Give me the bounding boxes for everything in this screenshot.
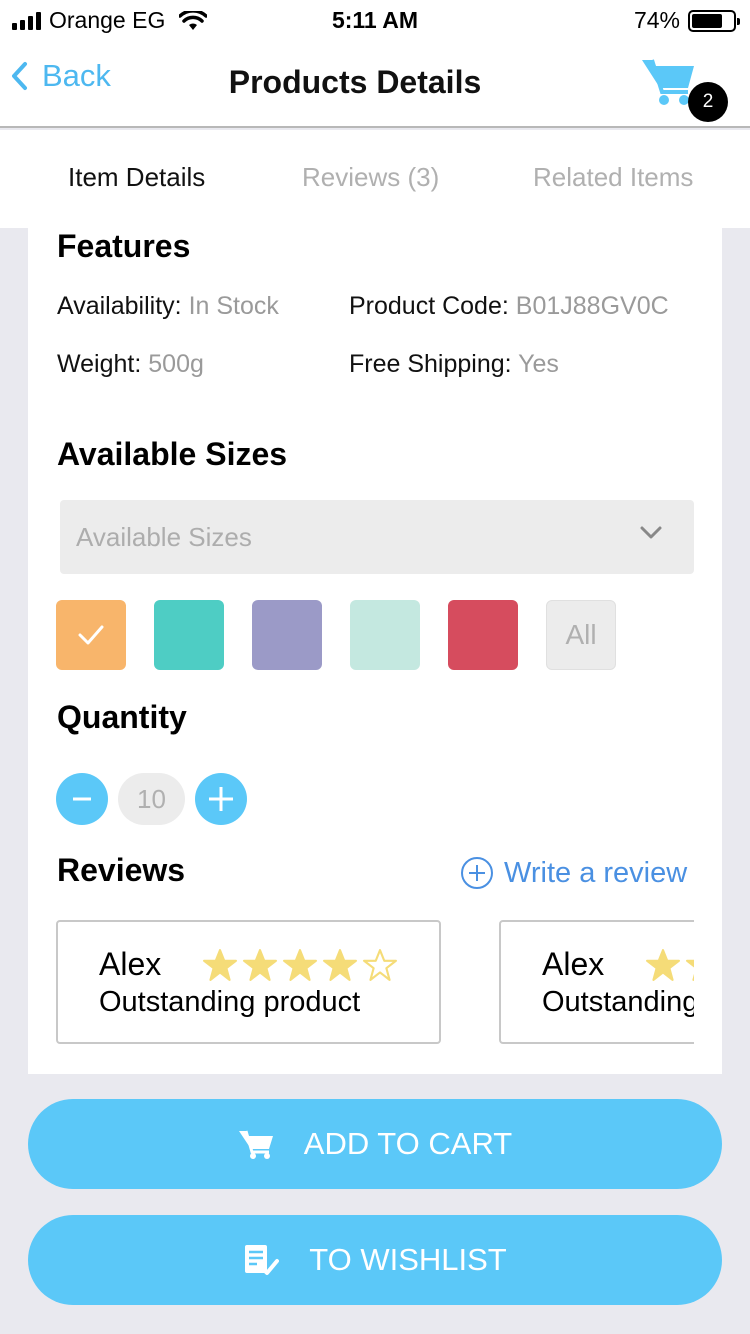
star-filled-icon bbox=[646, 949, 680, 981]
color-swatch-mint[interactable] bbox=[350, 600, 420, 670]
chevron-down-icon bbox=[640, 526, 662, 539]
color-swatch-teal[interactable] bbox=[154, 600, 224, 670]
review-text: Outstanding product bbox=[99, 986, 361, 1018]
quantity-value[interactable]: 10 bbox=[118, 773, 185, 825]
product-code-row: Product Code: B01J88GV0C bbox=[349, 292, 669, 321]
add-circle-icon bbox=[461, 857, 493, 889]
free-shipping-label: Free Shipping: bbox=[349, 350, 512, 378]
product-code-value: B01J88GV0C bbox=[515, 292, 669, 320]
size-select-placeholder: Available Sizes bbox=[76, 521, 252, 552]
review-card[interactable]: Alex Outstanding product bbox=[499, 920, 694, 1044]
available-sizes-title: Available Sizes bbox=[57, 436, 288, 472]
nav-bar: Back Products Details 2 bbox=[0, 40, 750, 128]
checklist-icon bbox=[245, 1245, 280, 1275]
star-filled-icon bbox=[283, 949, 317, 981]
to-wishlist-label: TO WISHLIST bbox=[309, 1242, 507, 1277]
availability-label: Availability: bbox=[57, 292, 182, 320]
free-shipping-value: Yes bbox=[518, 350, 559, 378]
star-filled-icon bbox=[203, 949, 237, 981]
add-to-cart-button[interactable]: ADD TO CART bbox=[28, 1099, 722, 1189]
cart-count-badge: 2 bbox=[688, 82, 728, 122]
free-shipping-row: Free Shipping: Yes bbox=[349, 350, 559, 379]
product-code-label: Product Code: bbox=[349, 292, 509, 320]
star-filled-icon bbox=[686, 959, 694, 981]
quantity-decrease-button[interactable] bbox=[56, 773, 108, 825]
star-filled-icon bbox=[243, 949, 277, 981]
quantity-title: Quantity bbox=[57, 699, 187, 735]
star-rating bbox=[645, 948, 694, 982]
color-swatch-lavender[interactable] bbox=[252, 600, 322, 670]
reviewer-name: Alex bbox=[542, 946, 605, 982]
features-title: Features bbox=[57, 228, 191, 264]
minus-icon bbox=[73, 797, 91, 801]
page-title: Products Details bbox=[228, 64, 482, 100]
star-filled-icon bbox=[323, 949, 357, 981]
weight-row: Weight: 500g bbox=[57, 350, 204, 379]
reviews-title: Reviews bbox=[57, 852, 186, 888]
battery-icon bbox=[688, 9, 740, 32]
tab-bar: Item Details Reviews (3) Related Items bbox=[0, 130, 750, 228]
to-wishlist-button[interactable]: TO WISHLIST bbox=[28, 1215, 722, 1305]
details-card: Features Availability: In Stock Product … bbox=[28, 228, 722, 1074]
battery-percent: 74% bbox=[633, 7, 680, 33]
size-select[interactable]: Available Sizes bbox=[60, 500, 694, 574]
review-text: Outstanding product bbox=[542, 986, 694, 1018]
review-carousel[interactable]: Alex Outstanding product Alex Outstandin… bbox=[56, 920, 694, 1046]
availability-value: In Stock bbox=[188, 292, 279, 320]
status-bar: Orange EG 5:11 AM 74% bbox=[0, 0, 750, 40]
weight-value: 500g bbox=[148, 350, 204, 378]
status-right: 74% bbox=[633, 7, 740, 34]
color-swatch-orange[interactable] bbox=[56, 600, 126, 670]
quantity-increase-button[interactable] bbox=[195, 773, 247, 825]
star-rating bbox=[202, 948, 398, 982]
tab-related-items[interactable]: Related Items bbox=[533, 162, 693, 193]
write-review-link[interactable]: Write a review bbox=[460, 856, 687, 890]
star-empty-icon bbox=[363, 949, 397, 981]
checkmark-icon bbox=[78, 625, 104, 645]
cart-icon bbox=[238, 1130, 273, 1159]
add-to-cart-label: ADD TO CART bbox=[303, 1126, 513, 1161]
weight-label: Weight: bbox=[57, 350, 142, 378]
write-review-label: Write a review bbox=[504, 856, 688, 889]
color-swatch-red[interactable] bbox=[448, 600, 518, 670]
tab-item-details[interactable]: Item Details bbox=[68, 162, 205, 193]
reviewer-name: Alex bbox=[99, 946, 162, 982]
color-swatch-all[interactable]: All bbox=[546, 600, 616, 670]
availability-row: Availability: In Stock bbox=[57, 292, 279, 321]
review-card[interactable]: Alex Outstanding product bbox=[56, 920, 441, 1044]
plus-icon bbox=[209, 787, 233, 811]
tab-reviews[interactable]: Reviews (3) bbox=[302, 162, 439, 193]
